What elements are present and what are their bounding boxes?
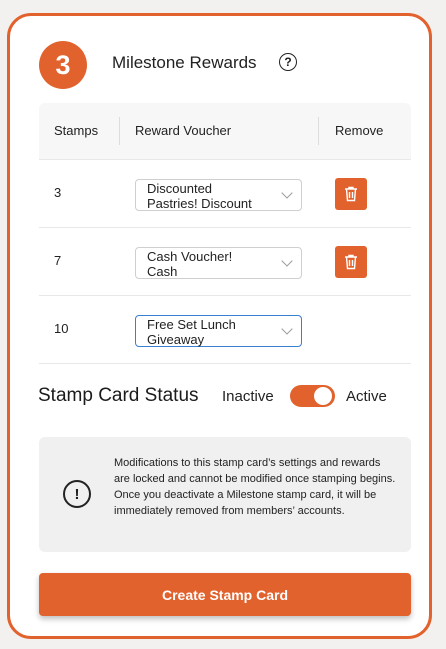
status-active-label: Active [346, 388, 387, 405]
header-divider [119, 117, 120, 145]
table-divider [39, 363, 411, 364]
table-header: Stamps Reward Voucher Remove [39, 103, 411, 159]
question-circle-icon[interactable]: ? [279, 53, 297, 71]
reward-voucher-select[interactable]: Discounted Pastries! Discount [135, 179, 302, 211]
table-row: 7 Cash Voucher! Cash [39, 227, 411, 295]
select-value-line: Free Set Lunch [147, 317, 236, 332]
chevron-down-icon [281, 255, 293, 267]
reward-voucher-select[interactable]: Free Set Lunch Giveaway [135, 315, 302, 347]
stamp-card-status-title: Stamp Card Status [38, 385, 199, 406]
chevron-down-icon [281, 187, 293, 199]
header-remove: Remove [335, 123, 384, 138]
stamps-value: 7 [54, 253, 62, 268]
table-row: 10 Free Set Lunch Giveaway [39, 295, 411, 363]
remove-row-button[interactable] [335, 246, 367, 278]
chevron-down-icon [281, 323, 293, 335]
toggle-knob [314, 387, 332, 405]
select-value-line: Discounted [147, 181, 213, 196]
header-reward-voucher: Reward Voucher [135, 123, 232, 138]
select-value-line: Cash [147, 264, 178, 279]
header-stamps: Stamps [54, 123, 99, 138]
trash-icon [345, 254, 357, 270]
status-toggle[interactable] [290, 385, 335, 407]
notice-text: Modifications to this stamp card’s setti… [114, 457, 396, 517]
reward-voucher-select[interactable]: Cash Voucher! Cash [135, 247, 302, 279]
table-row: 3 Discounted Pastries! Discount [39, 159, 411, 227]
stamps-value: 10 [54, 321, 69, 336]
remove-row-button[interactable] [335, 178, 367, 210]
select-value-line: Pastries! Discount [147, 196, 252, 211]
trash-icon [345, 186, 357, 202]
step-number-badge: 3 [39, 41, 87, 89]
stamps-value: 3 [54, 185, 62, 200]
select-value-line: Giveaway [147, 332, 205, 347]
create-stamp-card-button[interactable]: Create Stamp Card [39, 573, 411, 616]
lock-notice: ! Modifications to this stamp card’s set… [39, 437, 411, 552]
status-inactive-label: Inactive [222, 388, 274, 405]
select-value-line: Cash Voucher! [147, 249, 233, 264]
section-title: Milestone Rewards [112, 53, 257, 72]
milestone-rewards-card: 3 Milestone Rewards ? Stamps Reward Vouc… [7, 13, 432, 639]
header-divider [318, 117, 319, 145]
exclamation-circle-icon: ! [63, 480, 91, 508]
